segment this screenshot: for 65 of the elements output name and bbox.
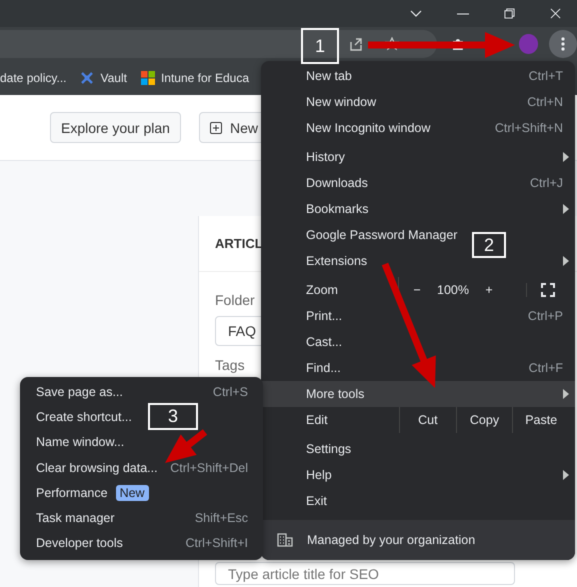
step-number: 3 xyxy=(148,403,198,430)
edit-action[interactable]: Paste xyxy=(512,407,570,433)
menu-item[interactable]: Extensions xyxy=(306,254,368,268)
shortcut-text: Ctrl+Shift+I xyxy=(185,536,248,550)
seo-title-field[interactable]: Type article title for SEO xyxy=(215,562,515,585)
menu-button[interactable] xyxy=(549,30,577,58)
edit-action[interactable]: Copy xyxy=(456,407,512,433)
bookmark[interactable]: Intune for Educa xyxy=(160,70,250,84)
menu-item[interactable]: Cast... xyxy=(306,335,342,349)
folder-label: Folder xyxy=(215,292,255,308)
shortcut-text: Ctrl+N xyxy=(527,95,563,109)
menu-item[interactable]: Developer tools xyxy=(36,536,123,550)
step-number: 1 xyxy=(301,28,339,64)
menu-item[interactable]: More tools xyxy=(261,381,575,407)
bookmark[interactable]: date policy... xyxy=(0,70,66,84)
zoom-in-button[interactable]: + xyxy=(471,283,507,297)
shortcut-text: Ctrl+P xyxy=(528,309,563,323)
shortcut-text: Shift+Esc xyxy=(194,511,248,526)
plus-icon xyxy=(210,122,222,134)
menu-item[interactable]: Name window... xyxy=(36,435,124,450)
shortcut-text: Ctrl+J xyxy=(530,176,563,190)
new-badge: New xyxy=(116,484,149,501)
menu-item[interactable]: Save page as... xyxy=(36,384,123,399)
shortcut-text: Ctrl+Shift+Del xyxy=(170,460,248,475)
page-button[interactable]: Explore your plan xyxy=(50,112,181,143)
tags-label: Tags xyxy=(215,357,245,373)
menu-item[interactable]: Clear browsing data... xyxy=(36,460,158,475)
shortcut-text: Ctrl+T xyxy=(528,69,563,83)
restore-icon[interactable] xyxy=(504,8,515,19)
menu-item[interactable]: Help xyxy=(306,468,332,482)
step-number: 2 xyxy=(472,232,506,258)
shortcut-text: Ctrl+F xyxy=(528,361,563,375)
shortcut-text: Ctrl+S xyxy=(212,384,248,399)
card-title: ARTICL xyxy=(215,236,263,251)
menu-item[interactable]: Print... xyxy=(306,309,342,323)
managed-text[interactable]: Managed by your organization xyxy=(307,533,476,547)
menu-item[interactable]: New Incognito window xyxy=(306,121,430,135)
zoom-level: 100% xyxy=(436,283,470,297)
menu-item[interactable]: History xyxy=(306,150,345,164)
menu-item[interactable]: Find... xyxy=(306,361,341,375)
shortcut-text: Ctrl+Shift+N xyxy=(494,121,563,135)
share-icon[interactable] xyxy=(348,36,363,50)
vault-icon xyxy=(80,70,94,84)
edit-action[interactable]: Cut xyxy=(399,407,456,433)
menu-item[interactable]: Downloads xyxy=(306,176,368,190)
menu-item[interactable]: Exit xyxy=(306,494,327,508)
fullscreen-icon[interactable] xyxy=(526,283,555,297)
windows-logo-icon xyxy=(140,70,155,84)
menu-icon xyxy=(561,36,566,50)
menu-item[interactable]: Task manager xyxy=(36,511,115,526)
arrow xyxy=(165,429,208,463)
bookmark[interactable]: Vault xyxy=(100,70,127,84)
building-icon xyxy=(277,533,293,547)
minimize-icon[interactable] xyxy=(457,12,469,14)
menu-item[interactable]: Performance xyxy=(36,486,108,500)
menu-item[interactable]: Google Password Manager xyxy=(306,228,458,242)
chevron-down-icon[interactable] xyxy=(410,10,422,18)
address-bar[interactable] xyxy=(0,30,437,58)
close-icon[interactable] xyxy=(550,8,561,19)
menu-item[interactable]: Settings xyxy=(306,442,352,456)
menu-item[interactable]: Create shortcut... xyxy=(36,410,132,424)
menu-item[interactable]: New window xyxy=(306,95,376,109)
zoom-out-button[interactable]: − xyxy=(399,283,435,297)
menu-item[interactable]: Bookmarks xyxy=(306,202,369,216)
menu-item[interactable]: New tab xyxy=(306,69,352,83)
